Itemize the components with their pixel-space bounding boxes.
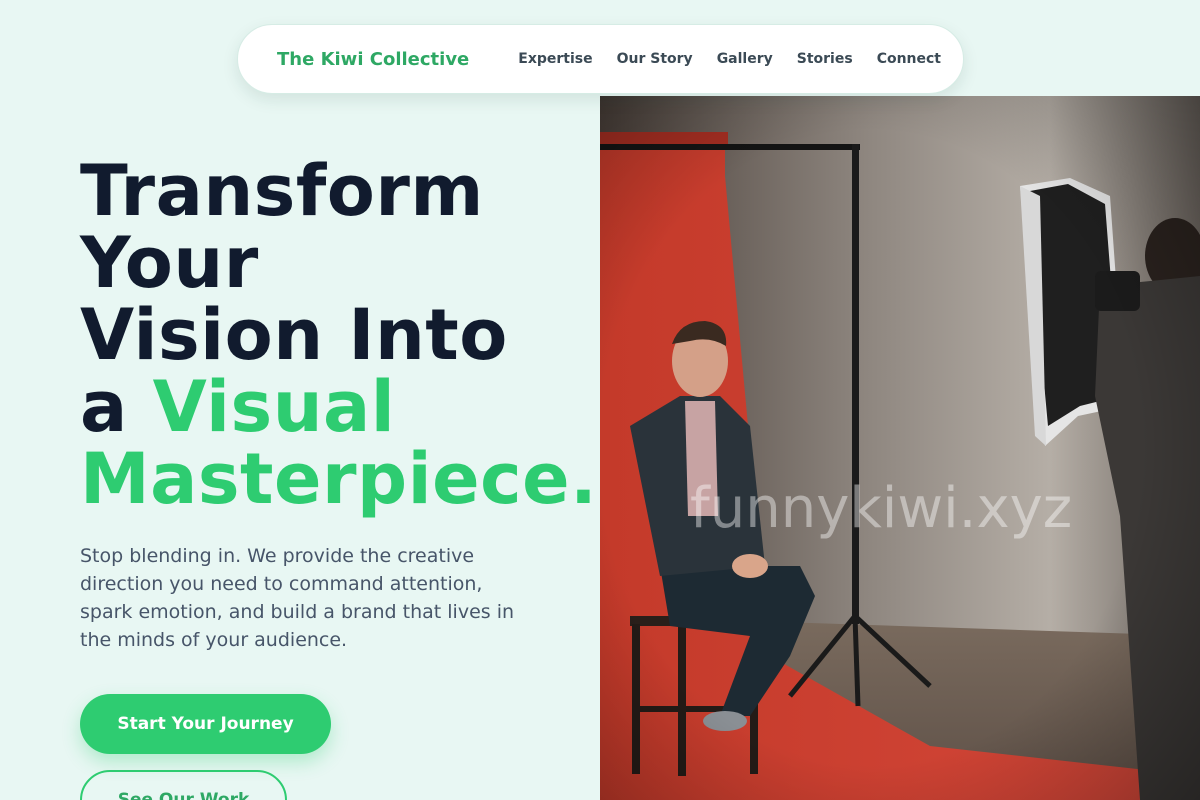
watermark-text: funnykiwi.xyz — [690, 476, 1073, 541]
hero-title-line-3: Vision Into — [80, 294, 508, 376]
nav-link-expertise[interactable]: Expertise — [518, 51, 592, 67]
start-journey-button[interactable]: Start Your Journey — [80, 694, 331, 754]
nav-link-connect[interactable]: Connect — [877, 51, 941, 67]
hero-title: Transform Your Vision Into a Visual Mast… — [80, 155, 620, 515]
page: The Kiwi Collective Expertise Our Story … — [0, 0, 1200, 800]
hero-image: funnykiwi.xyz — [600, 96, 1200, 800]
see-our-work-button[interactable]: See Our Work — [80, 770, 287, 800]
hero-title-plain: a — [80, 366, 153, 448]
hero-subtitle: Stop blending in. We provide the creativ… — [80, 545, 515, 651]
nav-link-our-story[interactable]: Our Story — [617, 51, 693, 67]
nav-link-gallery[interactable]: Gallery — [717, 51, 773, 67]
hero-title-line-1: Transform — [80, 150, 484, 232]
studio-photo — [600, 96, 1200, 800]
hero-title-line-4: a Visual — [80, 366, 395, 448]
nav-link-stories[interactable]: Stories — [797, 51, 853, 67]
hero-title-line-2: Your — [80, 222, 259, 304]
hero-title-accent-masterpiece: Masterpiece. — [80, 438, 598, 520]
hero-title-accent-visual: Visual — [152, 366, 396, 448]
top-nav: The Kiwi Collective Expertise Our Story … — [237, 24, 964, 94]
nav-links: Expertise Our Story Gallery Stories Conn… — [518, 51, 941, 67]
brand-logo-link[interactable]: The Kiwi Collective — [277, 49, 469, 70]
